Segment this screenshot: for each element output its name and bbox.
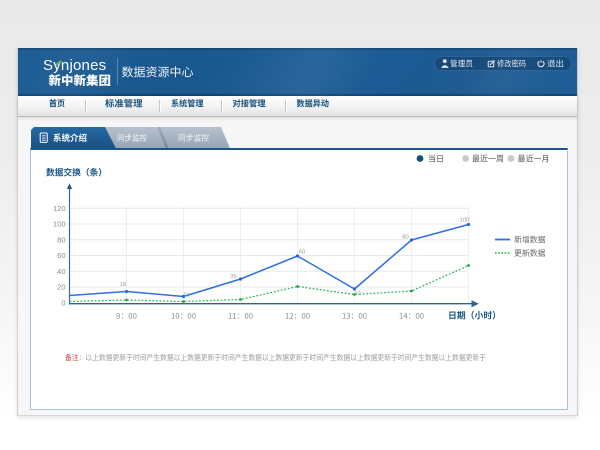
svg-text:100: 100 bbox=[53, 220, 66, 229]
svg-text:0: 0 bbox=[61, 298, 65, 307]
svg-text:20: 20 bbox=[57, 283, 65, 292]
svg-text:60: 60 bbox=[57, 251, 65, 260]
svg-text:10: 10 bbox=[183, 292, 189, 298]
svg-text:40: 40 bbox=[57, 267, 65, 276]
svg-text:10: 10 bbox=[354, 291, 360, 297]
svg-text:80: 80 bbox=[57, 235, 65, 244]
svg-text:120: 120 bbox=[53, 204, 66, 213]
svg-text:60: 60 bbox=[299, 250, 305, 256]
svg-text:18: 18 bbox=[120, 282, 126, 288]
svg-text:100: 100 bbox=[460, 218, 470, 224]
svg-text:80: 80 bbox=[402, 235, 408, 241]
svg-text:35: 35 bbox=[230, 274, 236, 280]
